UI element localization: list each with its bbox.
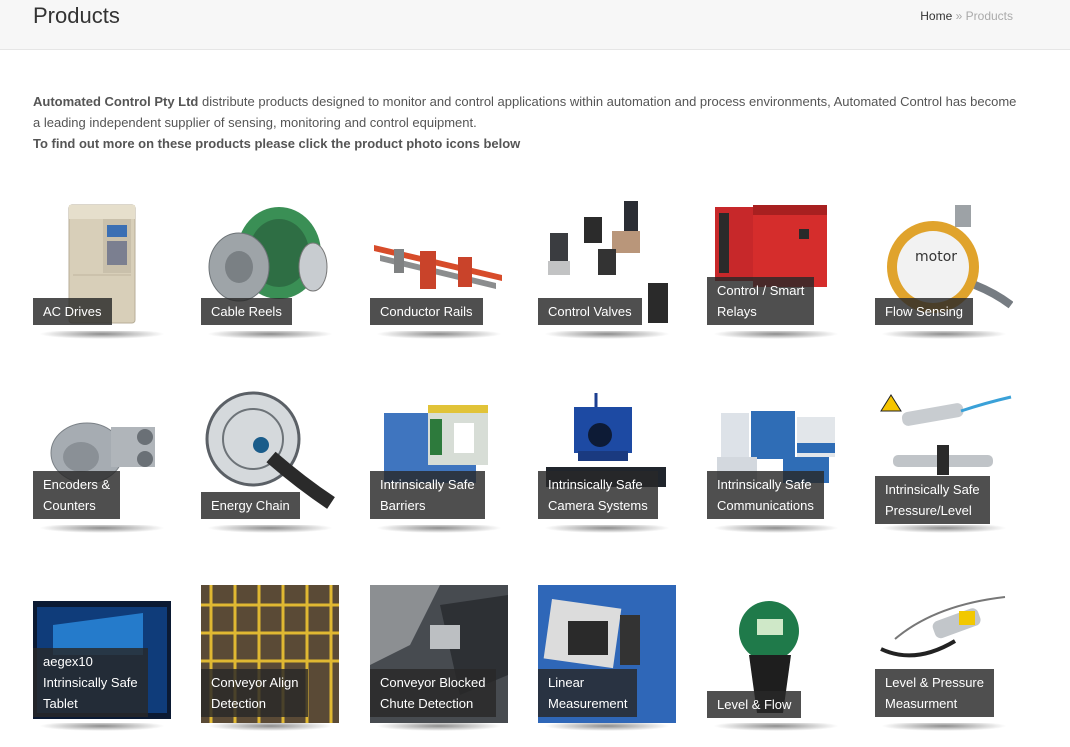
product-tile-level-pressure[interactable]: Level & Pressure Measurment: [875, 585, 1013, 731]
product-label: AC Drives: [33, 298, 112, 325]
product-label: Conveyor Blocked Chute Detection: [370, 669, 496, 717]
product-label: Level & Pressure Measurment: [875, 669, 994, 717]
product-tile-cable-reels[interactable]: Cable Reels: [201, 193, 339, 339]
product-label: Conveyor Align Detection: [201, 669, 309, 717]
product-tile-is-pressure[interactable]: Intrinsically Safe Pressure/Level: [875, 387, 1013, 533]
intro-cta: To find out more on these products pleas…: [33, 136, 521, 151]
page-title: Products: [33, 3, 120, 28]
product-tile-conveyor-chute[interactable]: Conveyor Blocked Chute Detection: [370, 585, 508, 731]
product-tile-flow-sensing[interactable]: motor Flow Sensing: [875, 193, 1013, 339]
breadcrumb-separator: »: [955, 9, 963, 23]
intro-paragraph: Automated Control Pty Ltd distribute pro…: [33, 91, 1023, 154]
product-tile-is-barriers[interactable]: Intrinsically Safe Barriers: [370, 387, 508, 533]
product-tile-conductor-rails[interactable]: Conductor Rails: [370, 193, 508, 339]
product-tile-conveyor-align[interactable]: Conveyor Align Detection: [201, 585, 339, 731]
product-tile-control-relays[interactable]: Control / Smart Relays: [707, 193, 845, 339]
product-label: Cable Reels: [201, 298, 292, 325]
product-tile-level-flow[interactable]: Level & Flow: [707, 585, 845, 731]
product-tile-aegex10-tablet[interactable]: aegex10 Intrinsically Safe Tablet: [33, 585, 171, 731]
product-tile-encoders[interactable]: Encoders & Counters: [33, 387, 171, 533]
product-tile-ac-drives[interactable]: AC Drives: [33, 193, 171, 339]
product-tile-is-camera[interactable]: Intrinsically Safe Camera Systems: [538, 387, 676, 533]
page-header: Products Home » Products: [0, 0, 1070, 50]
product-label: Level & Flow: [707, 691, 802, 718]
product-label: Control Valves: [538, 298, 642, 325]
product-tile-is-communications[interactable]: Intrinsically Safe Communications: [707, 387, 845, 533]
breadcrumb-home-link[interactable]: Home: [920, 9, 952, 23]
product-tile-linear-measurement[interactable]: Linear Measurement: [538, 585, 676, 731]
product-label: Linear Measurement: [538, 669, 638, 717]
breadcrumb: Home » Products: [920, 9, 1013, 23]
product-label: aegex10 Intrinsically Safe Tablet: [33, 648, 148, 717]
product-tile-energy-chain[interactable]: Energy Chain: [201, 387, 339, 533]
product-label: Energy Chain: [201, 492, 300, 519]
product-label: Conductor Rails: [370, 298, 483, 325]
product-label: Intrinsically Safe Pressure/Level: [875, 476, 990, 524]
product-label: Control / Smart Relays: [707, 277, 815, 325]
breadcrumb-current: Products: [965, 9, 1013, 23]
product-label: Encoders & Counters: [33, 471, 121, 519]
product-label: Intrinsically Safe Camera Systems: [538, 471, 658, 519]
company-name: Automated Control Pty Ltd: [33, 94, 199, 109]
product-label: Flow Sensing: [875, 298, 974, 325]
svg-text:motor: motor: [915, 249, 957, 265]
product-tile-control-valves[interactable]: Control Valves: [538, 193, 676, 339]
product-label: Intrinsically Safe Barriers: [370, 471, 485, 519]
product-label: Intrinsically Safe Communications: [707, 471, 824, 519]
